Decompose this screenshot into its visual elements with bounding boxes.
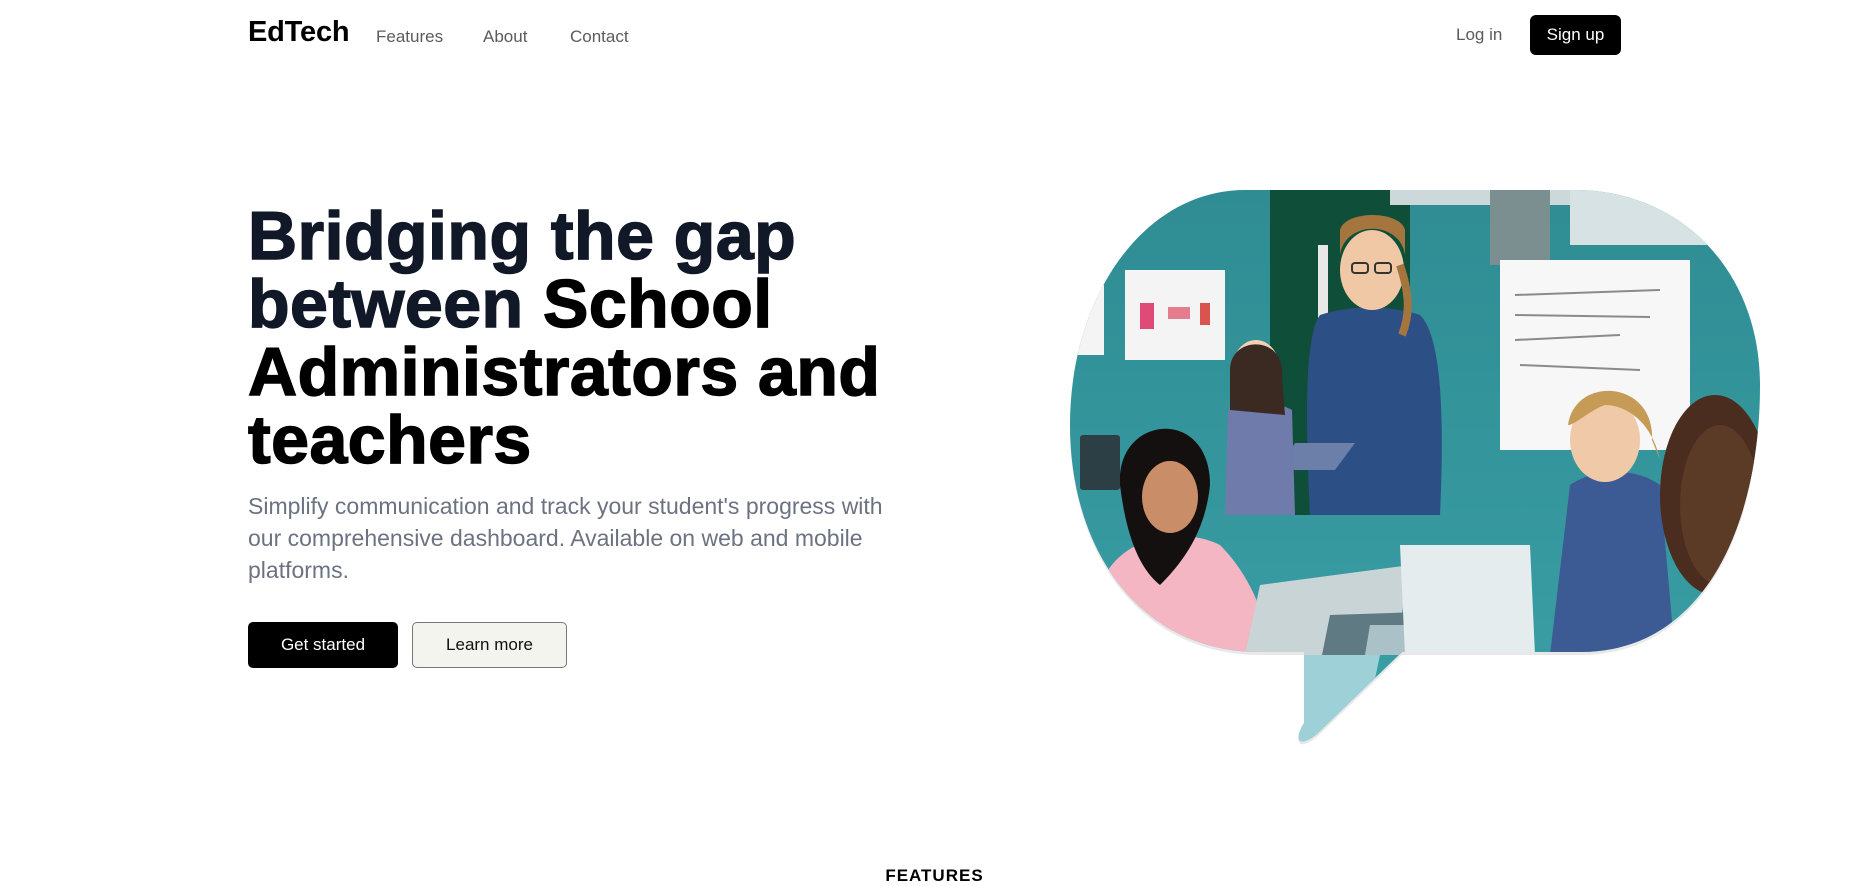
hero-classroom-image (1070, 190, 1760, 745)
brand-logo[interactable]: EdTech (248, 16, 350, 49)
nav-link-contact[interactable]: Contact (570, 27, 629, 47)
top-nav: EdTech Features About Contact Log in Sig… (0, 0, 1876, 70)
nav-link-features[interactable]: Features (376, 27, 443, 47)
get-started-button[interactable]: Get started (248, 622, 398, 668)
nav-link-about[interactable]: About (483, 27, 527, 47)
learn-more-button[interactable]: Learn more (412, 622, 567, 668)
login-link[interactable]: Log in (1456, 25, 1502, 45)
hero-subtitle: Simplify communication and track your st… (248, 493, 883, 583)
signup-button[interactable]: Sign up (1530, 15, 1621, 55)
hero-title: Bridging the gap between School Administ… (247, 201, 1008, 475)
features-section-label: FEATURES (885, 866, 984, 885)
